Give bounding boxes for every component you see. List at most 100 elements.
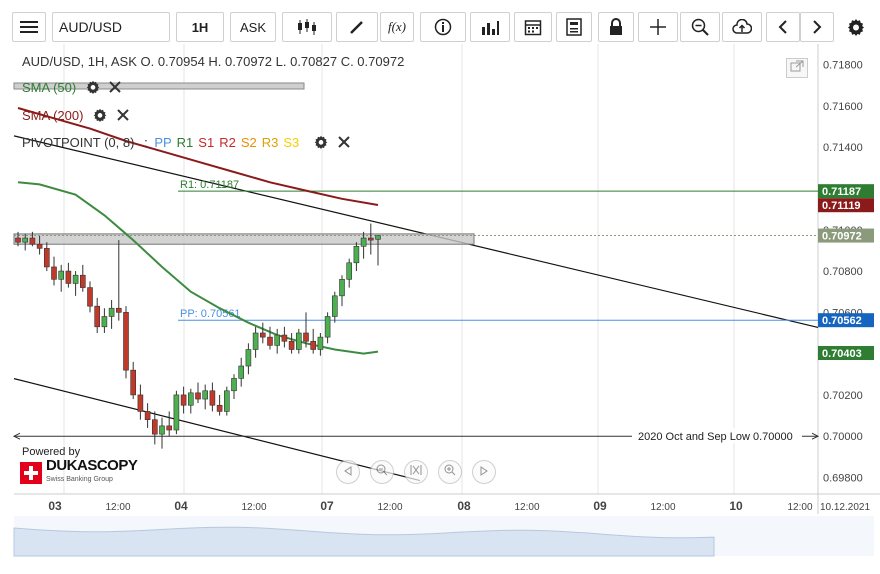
scroll-right-button[interactable] bbox=[800, 12, 834, 42]
sma50-close-icon[interactable] bbox=[109, 81, 122, 96]
candle-body bbox=[15, 237, 21, 243]
logo-name: DUKASCOPY bbox=[46, 457, 138, 474]
candle-body bbox=[303, 332, 309, 342]
candle-body bbox=[267, 336, 273, 346]
candle-body bbox=[245, 349, 252, 367]
chevron-right-icon bbox=[812, 19, 822, 35]
sma200-label: SMA (200) bbox=[22, 108, 84, 123]
settings-button[interactable] bbox=[840, 12, 872, 42]
pivot-items: PP R1 S1 R2 S2 R3 S3 bbox=[154, 135, 304, 150]
symbol-input[interactable] bbox=[52, 12, 170, 42]
candle-body bbox=[137, 394, 144, 412]
x-tick-label: 10.12.2021 bbox=[820, 502, 870, 513]
pivot-item-s1: S1 bbox=[198, 135, 215, 150]
function-icon: f(x) bbox=[387, 19, 407, 34]
lock-button[interactable] bbox=[598, 12, 634, 42]
candle-body bbox=[238, 365, 244, 379]
price-type-button[interactable]: ASK bbox=[230, 12, 276, 42]
candle-body bbox=[65, 270, 72, 284]
price-badge-label: 0.71119 bbox=[822, 200, 861, 212]
calculator-button[interactable] bbox=[556, 12, 592, 42]
calendar-button[interactable] bbox=[514, 12, 552, 42]
pivot-legend: PIVOTPOINT (0, 8) : PP R1 S1 R2 S2 R3 S3 bbox=[22, 135, 350, 152]
expand-chart-button[interactable] bbox=[786, 58, 808, 78]
pivot-close-icon[interactable] bbox=[337, 136, 350, 151]
candle-body bbox=[281, 334, 288, 342]
timeframe-label: 1H bbox=[191, 19, 209, 35]
fit-button[interactable] bbox=[404, 460, 428, 484]
pivot-separator: : bbox=[144, 135, 148, 150]
candle-body bbox=[123, 312, 129, 371]
crosshair-button[interactable] bbox=[638, 12, 678, 42]
nav-back-button[interactable] bbox=[336, 460, 360, 484]
zoom-in-icon bbox=[444, 463, 456, 481]
price-badge-label: 0.70972 bbox=[822, 231, 862, 243]
pivot-item-r2: R2 bbox=[219, 135, 236, 150]
pivot-item-pp: PP bbox=[154, 135, 172, 150]
triangle-left-icon bbox=[343, 463, 353, 481]
scroll-left-button[interactable] bbox=[766, 12, 800, 42]
indicators-button[interactable]: f(x) bbox=[380, 12, 414, 42]
price-badge-label: 0.71187 bbox=[822, 186, 861, 198]
expand-icon bbox=[790, 59, 804, 77]
candle-body bbox=[375, 235, 381, 240]
candle-body bbox=[288, 340, 295, 350]
x-tick-label: 12:00 bbox=[377, 502, 402, 513]
x-tick-label: 12:00 bbox=[105, 502, 130, 513]
info-button[interactable] bbox=[420, 12, 466, 42]
candle-body bbox=[324, 316, 331, 338]
y-tick-label: 0.69800 bbox=[823, 472, 863, 484]
chart-type-button[interactable] bbox=[282, 12, 332, 42]
crosshair-icon bbox=[649, 18, 667, 36]
lock-icon bbox=[609, 18, 623, 36]
candle-body bbox=[29, 237, 36, 245]
chart-area[interactable]: R1: 0.71187 PP: 0.70561 2020 Oct and Sep L… bbox=[0, 44, 880, 574]
zoom-out-icon bbox=[376, 463, 388, 481]
candle-body bbox=[159, 425, 165, 435]
candle-body bbox=[108, 307, 115, 317]
calendar-icon bbox=[524, 18, 542, 36]
triangle-right-icon bbox=[479, 463, 489, 481]
sma200-settings-gear-icon[interactable] bbox=[93, 108, 107, 125]
gear-icon bbox=[847, 18, 865, 36]
timeframe-button[interactable]: 1H bbox=[176, 12, 224, 42]
chevron-left-icon bbox=[778, 19, 788, 35]
trendline-upper bbox=[13, 135, 819, 329]
bar-chart-button[interactable] bbox=[470, 12, 510, 42]
nav-forward-button[interactable] bbox=[472, 460, 496, 484]
menu-button[interactable] bbox=[12, 12, 46, 42]
pivot-item-s3: S3 bbox=[283, 135, 300, 150]
logo-tagline: Swiss Banking Group bbox=[46, 476, 113, 483]
drawing-tools-button[interactable] bbox=[336, 12, 378, 42]
zoom-out-button[interactable] bbox=[370, 460, 394, 484]
candles-icon bbox=[296, 18, 318, 36]
y-tick-label: 0.70000 bbox=[823, 431, 863, 443]
x-tick-label: 08 bbox=[457, 499, 471, 513]
candle-body bbox=[231, 378, 237, 392]
pivot-settings-gear-icon[interactable] bbox=[314, 135, 328, 152]
fit-icon bbox=[410, 463, 422, 481]
dukascopy-logo: DUKASCOPY Swiss Banking Group bbox=[20, 458, 140, 488]
hamburger-icon bbox=[20, 20, 38, 34]
x-tick-label: 12:00 bbox=[787, 502, 812, 513]
candle-body bbox=[339, 279, 345, 297]
sma200-close-icon[interactable] bbox=[116, 109, 129, 124]
level-label-r1: R1: 0.71187 bbox=[180, 179, 239, 191]
zoom-button[interactable] bbox=[680, 12, 720, 42]
y-tick-label: 0.71800 bbox=[823, 60, 863, 72]
price-badge-label: 0.70562 bbox=[822, 315, 862, 327]
sma200-legend: SMA (200) bbox=[22, 108, 129, 125]
candle-body bbox=[216, 404, 223, 412]
pivot-item-s2: S2 bbox=[240, 135, 257, 150]
info-icon bbox=[434, 18, 452, 36]
y-tick-label: 0.71600 bbox=[823, 101, 863, 113]
candle-body bbox=[310, 340, 317, 350]
price-chart[interactable]: R1: 0.71187PP: 0.705612020 Oct and Sep L… bbox=[0, 44, 880, 574]
upload-button[interactable] bbox=[722, 12, 762, 42]
sma50-settings-gear-icon[interactable] bbox=[86, 80, 100, 97]
zoom-in-button[interactable] bbox=[438, 460, 462, 484]
candle-body bbox=[331, 295, 338, 317]
support-level-label: 2020 Oct and Sep Low 0.70000 bbox=[638, 431, 793, 443]
swiss-flag-icon bbox=[20, 462, 42, 484]
candle-body bbox=[353, 245, 360, 264]
